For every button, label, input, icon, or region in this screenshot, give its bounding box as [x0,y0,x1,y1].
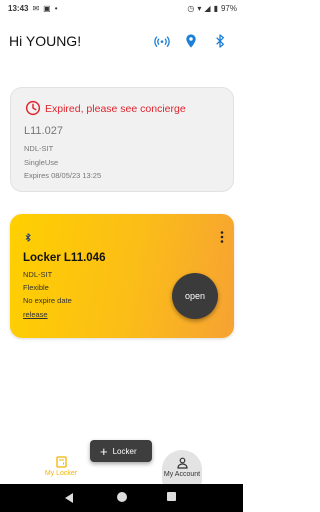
locker-expiry: No expire date [23,296,72,305]
nav-my-locker[interactable]: My Locker [38,456,84,477]
system-navigation-bar [0,484,243,512]
notification-icon: ✉ [32,4,40,13]
expired-locker-expiry: Expires 08/05/23 13:25 [24,171,102,180]
expired-locker-usage: SingleUse [24,158,59,167]
more-options-icon[interactable] [220,231,224,243]
app-header: Hi YOUNG! [0,26,243,56]
add-locker-label: Locker [112,446,137,456]
status-time: 13:43 [8,4,29,13]
signal-icon: ◢ [204,4,211,13]
nav-my-account-label: My Account [163,471,201,478]
alarm-icon: ◷ [187,4,195,13]
more-notifications-icon: • [54,4,58,13]
locker-site: NDL-SIT [23,270,53,279]
bluetooth-icon[interactable] [212,33,228,49]
expired-locker-site: NDL-SIT [24,144,54,153]
nfc-icon[interactable] [154,33,170,49]
wifi-icon: ▾ [197,4,202,13]
active-locker-card[interactable]: Locker L11.046 NDL-SIT Flexible No expir… [10,214,234,338]
open-locker-button[interactable]: open [172,273,218,319]
locker-icon [55,456,67,468]
battery-level: 97% [220,4,237,13]
recent-apps-icon[interactable] [167,492,176,501]
locker-usage: Flexible [23,283,49,292]
greeting-title: Hi YOUNG! [9,33,82,49]
person-icon [176,457,188,469]
expired-locker-card[interactable]: Expired, please see concierge L11.027 ND… [10,87,234,192]
battery-icon: ▮ [213,4,218,13]
home-icon[interactable] [117,492,127,502]
clock-icon [25,100,41,116]
location-icon[interactable] [183,33,199,49]
image-notification-icon: ▣ [43,4,51,13]
plus-icon: + [100,443,108,459]
nav-my-locker-label: My Locker [44,470,78,477]
release-link[interactable]: release [23,310,48,319]
expired-locker-code: L11.027 [24,125,63,137]
expired-status-text: Expired, please see concierge [45,103,186,115]
back-icon[interactable] [65,493,73,503]
nav-my-account[interactable]: My Account [162,450,202,488]
bluetooth-icon [25,233,31,242]
status-bar: 13:43 ✉ ▣ • ◷ ▾ ◢ ▮ 97% [0,0,243,18]
add-locker-button[interactable]: + Locker [90,440,152,462]
locker-title: Locker L11.046 [23,252,106,264]
